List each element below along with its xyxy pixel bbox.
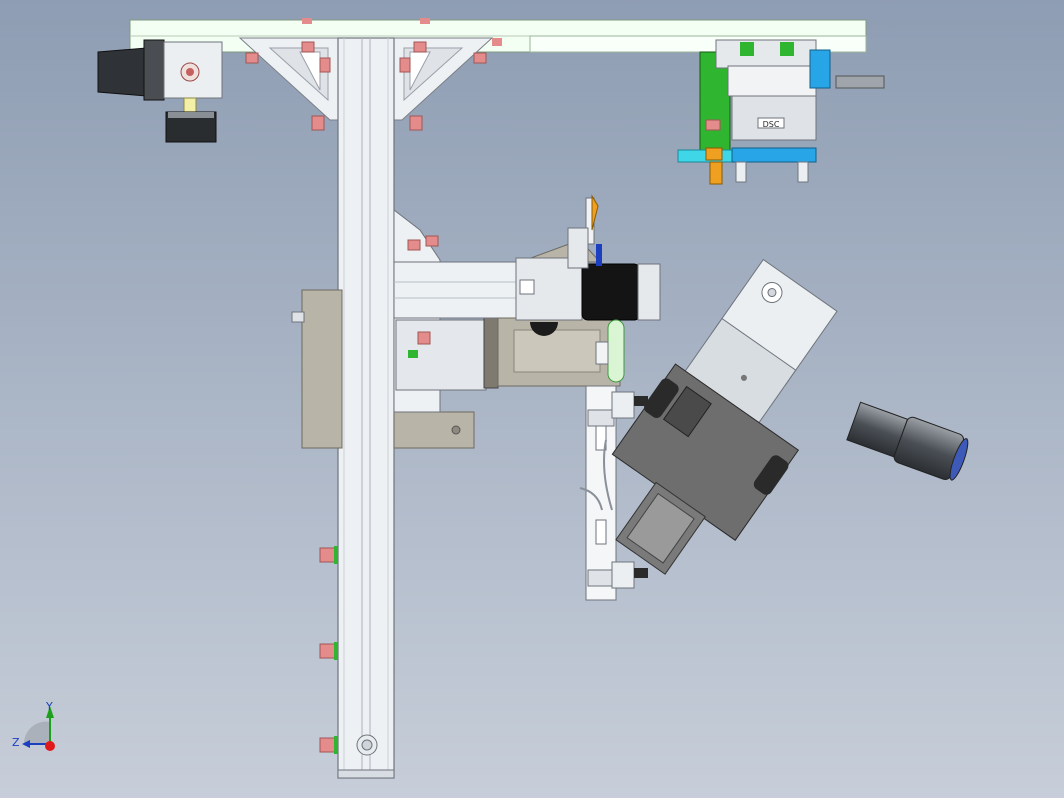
cad-scene[interactable]: DSC Y Z <box>0 0 1064 798</box>
y-axis-label: Y <box>45 700 53 713</box>
flange-plate[interactable] <box>637 263 661 321</box>
mount-plate-lower[interactable] <box>393 411 475 449</box>
z-axis-label: Z <box>12 736 20 749</box>
cad-model-viewport[interactable]: DSC Y Z <box>0 0 1064 798</box>
viewport-background <box>0 0 1064 798</box>
cylinder-label: DSC <box>763 120 780 129</box>
x-axis-dot <box>45 741 55 751</box>
vertical-profile[interactable] <box>337 37 395 779</box>
horizontal-arm[interactable] <box>393 261 523 319</box>
